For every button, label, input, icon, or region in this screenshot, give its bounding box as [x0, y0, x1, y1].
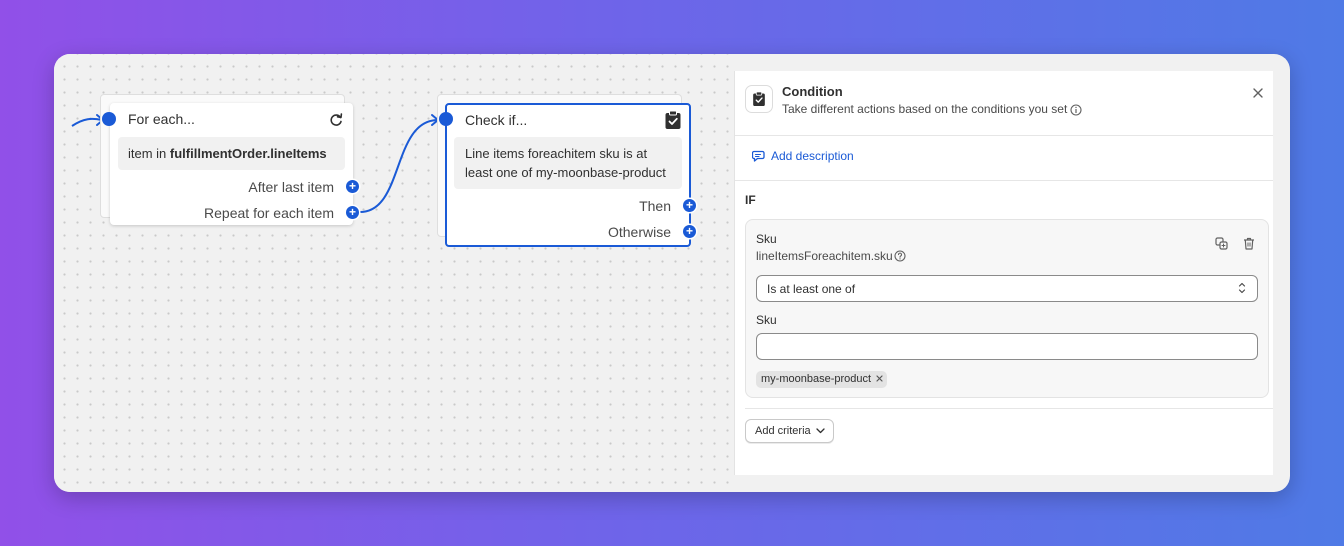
condition-node-expression: Line items foreachitem sku is at least o…: [454, 137, 682, 189]
workflow-editor-window: For each... item in fulfillmentOrder.lin…: [54, 54, 1290, 492]
remove-tag-button[interactable]: [876, 371, 883, 388]
add-criteria-button[interactable]: Add criteria: [745, 419, 834, 443]
panel-header: Condition Take different actions based o…: [735, 71, 1273, 136]
panel-title: Condition: [782, 84, 843, 99]
value-field-label: Sku: [756, 313, 777, 327]
description-row: Add description: [735, 135, 1273, 181]
close-icon: [1253, 88, 1263, 98]
question-circle-icon[interactable]: [894, 249, 906, 267]
foreach-expression-variable: fulfillmentOrder.lineItems: [169, 146, 327, 161]
info-icon[interactable]: [1070, 103, 1082, 121]
delete-criterion-button[interactable]: [1243, 237, 1255, 255]
sku-value-input[interactable]: [756, 333, 1258, 360]
tag-label: my-moonbase-product: [761, 373, 872, 385]
output-label-then: Then: [639, 198, 671, 214]
workflow-canvas[interactable]: For each... item in fulfillmentOrder.lin…: [54, 54, 734, 492]
duplicate-criterion-button[interactable]: [1215, 237, 1228, 255]
clipboard-check-icon: [753, 91, 765, 106]
foreach-expression-prefix: item in: [128, 146, 170, 161]
comment-edit-icon: [752, 150, 765, 162]
add-description-label: Add description: [771, 149, 854, 163]
foreach-node-title: For each...: [128, 111, 195, 127]
duplicate-icon: [1215, 237, 1228, 250]
operator-select[interactable]: Is at least one of: [756, 275, 1258, 302]
output-label-after-last-item: After last item: [248, 179, 334, 195]
panel-divider: [745, 408, 1273, 409]
foreach-node[interactable]: For each... item in fulfillmentOrder.lin…: [110, 103, 353, 225]
condition-node[interactable]: Check if... Line items foreachitem sku i…: [445, 103, 691, 247]
selected-value-tag: my-moonbase-product: [756, 371, 888, 388]
output-label-otherwise: Otherwise: [607, 224, 671, 240]
condition-expression-line-1: Line items foreachitem sku is at: [465, 146, 648, 161]
add-step-after-last-item-button[interactable]: +: [346, 180, 359, 193]
add-step-repeat-for-each-item-button[interactable]: +: [346, 206, 359, 219]
add-description-link[interactable]: Add description: [752, 149, 854, 163]
criterion-path: lineItemsForeachitem.sku: [756, 249, 893, 263]
output-label-repeat-for-each-item: Repeat for each item: [204, 205, 334, 221]
condition-settings-panel: Condition Take different actions based o…: [734, 71, 1273, 475]
add-step-otherwise-button[interactable]: +: [683, 225, 696, 238]
panel-subtitle: Take different actions based on the cond…: [782, 102, 1068, 116]
chevron-up-down-icon: [1237, 281, 1247, 298]
operator-select-value: Is at least one of: [767, 282, 856, 296]
clipboard-check-icon: [664, 110, 682, 135]
condition-expression-line-2: least one of my-moonbase-product: [465, 165, 666, 180]
add-criteria-label: Add criteria: [755, 425, 811, 437]
foreach-node-expression: item in fulfillmentOrder.lineItems: [118, 137, 345, 170]
chevron-down-icon: [815, 428, 825, 434]
criterion-card: Sku lineItemsForeachitem.sku Is at least…: [745, 219, 1269, 398]
loop-arrow-icon: [328, 112, 344, 133]
condition-node-title: Check if...: [465, 112, 528, 128]
condition-input-port[interactable]: [439, 112, 453, 126]
close-icon: [876, 375, 883, 382]
panel-condition-icon: [745, 85, 773, 113]
criterion-title: Sku: [756, 232, 777, 246]
foreach-input-port[interactable]: [102, 112, 116, 126]
if-label: IF: [745, 193, 756, 207]
close-panel-button[interactable]: [1253, 85, 1263, 101]
add-step-then-button[interactable]: +: [683, 199, 696, 212]
trash-icon: [1244, 237, 1254, 250]
